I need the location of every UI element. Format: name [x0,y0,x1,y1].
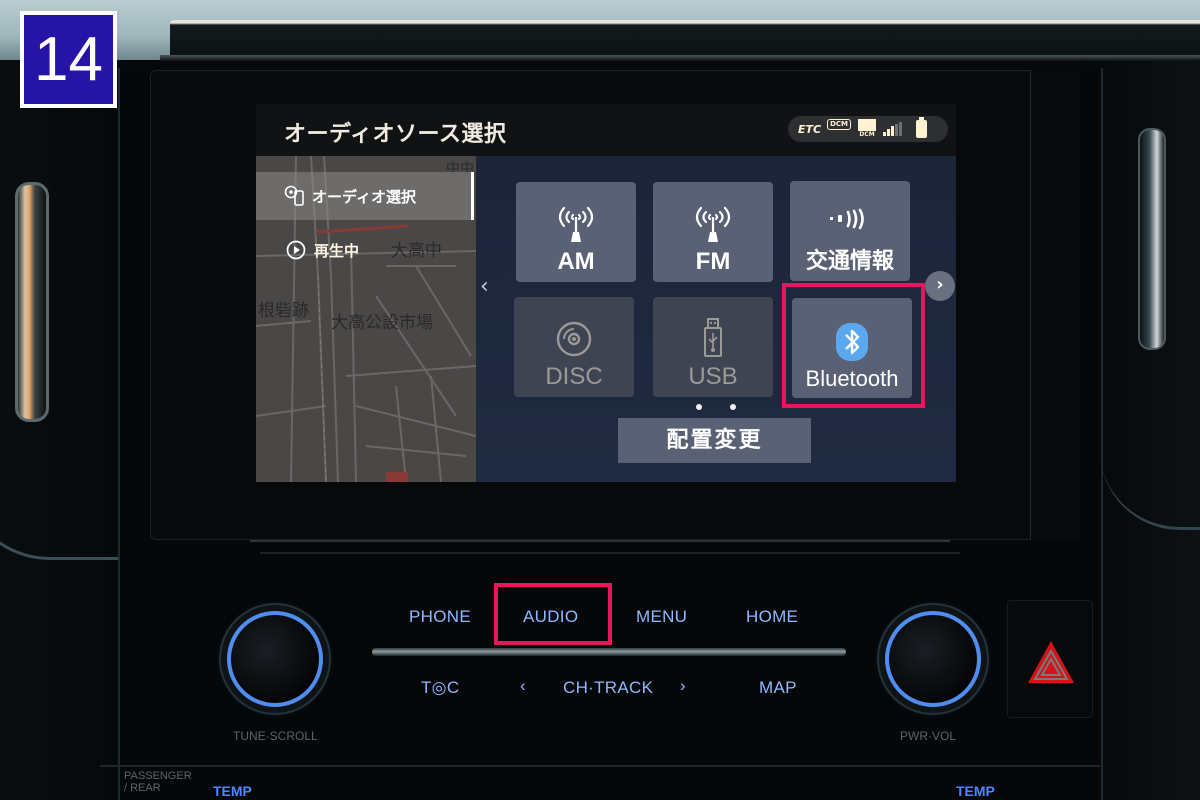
phone-button[interactable]: PHONE [409,607,471,627]
source-label: DISC [545,363,603,390]
antenna-icon [695,206,731,242]
menu-button[interactable]: MENU [636,607,687,627]
source-tile-traffic-info[interactable]: 交通情報 [790,181,910,281]
next-page-button[interactable]: › [925,271,955,301]
page-dot [696,404,702,410]
status-bar: ETC DCM DCM [788,116,948,142]
dcm-icon: DCM [827,118,852,130]
step-number: 14 [24,15,113,104]
map-label: 根砦跡 [258,301,309,321]
map-panel: 大高中 大高公設市場 根砦跡 中中 オーディオ選択 再生中 [256,156,476,482]
dashboard-top-trim [170,20,1200,60]
temp-left-label: TEMP [213,783,252,799]
hazard-icon [1028,641,1074,683]
menu-item-audio-select[interactable]: オーディオ選択 [256,172,474,220]
map-button[interactable]: MAP [759,678,797,698]
disc-slot [372,648,846,656]
title-bar: オーディオソース選択 ETC DCM DCM [256,104,956,156]
menu-label: 再生中 [314,241,360,260]
audio-highlight-box [494,583,612,645]
power-volume-knob[interactable] [885,611,981,707]
play-circle-icon [286,240,306,260]
hazard-button[interactable] [1007,600,1093,718]
menu-label: オーディオ選択 [312,187,416,206]
battery-icon [916,117,928,138]
source-tile-usb[interactable]: USB [653,297,773,397]
audio-select-icon [284,185,304,206]
antenna-icon [558,206,594,242]
track-prev-button[interactable]: ‹ [520,676,526,696]
source-tile-am[interactable]: AM [516,182,636,282]
source-tile-disc[interactable]: DISC [514,297,634,397]
home-button[interactable]: HOME [746,607,798,627]
panel-seam [250,540,950,542]
traffic-info-icon [830,208,864,230]
source-label: USB [688,363,738,390]
dashboard-lip [160,55,1200,61]
tune-scroll-label: TUNE·SCROLL [233,729,318,743]
source-label: FM [695,248,731,275]
signal-strength-icon [883,122,903,136]
step-badge: 14 [20,11,117,108]
traffic-channel-button[interactable]: T◎C [421,678,459,698]
page-indicator [696,404,736,410]
map-marker [386,472,408,482]
disc-icon [556,321,592,357]
right-trim-handle [1138,128,1166,350]
temp-right-label: TEMP [956,783,995,799]
map-label: 大高公設市場 [331,313,433,333]
menu-item-now-playing[interactable]: 再生中 [256,232,474,268]
prev-page-button[interactable]: ‹ [480,274,489,299]
track-next-button[interactable]: › [680,676,686,696]
power-volume-label: PWR·VOL [900,729,957,743]
screen-bezel-edge [1030,70,1080,540]
dcm-status-icon: DCM [857,119,877,139]
etc-icon: ETC [798,122,822,136]
rearrange-button[interactable]: 配置変更 [618,418,811,463]
ch-track-label: CH·TRACK [563,678,654,697]
passenger-rear-label: PASSENGER / REAR [124,770,192,794]
source-label: 交通情報 [805,249,894,274]
left-trim-handle [15,182,49,422]
tune-scroll-knob[interactable] [227,611,323,707]
panel-seam [260,552,960,554]
screen-title: オーディオソース選択 [284,122,507,147]
source-tile-fm[interactable]: FM [653,182,773,282]
usb-icon [704,318,722,357]
bluetooth-highlight-box [782,283,925,408]
page-dot [730,404,736,410]
source-label: AM [557,248,595,275]
